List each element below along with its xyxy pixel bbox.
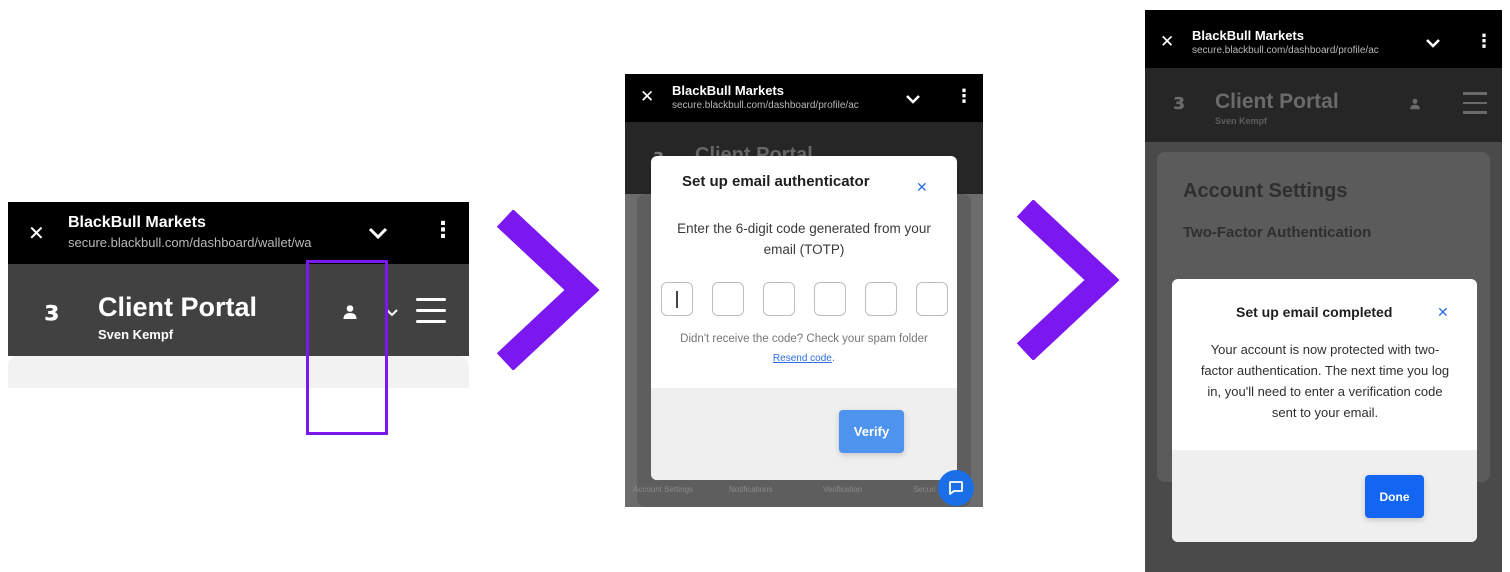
page-url[interactable]: secure.blackbull.com/dashboard/wallet/wa [68,235,348,250]
page-url[interactable]: secure.blackbull.com/dashboard/profile/a… [672,100,886,111]
chevron-right-icon [496,210,600,370]
section-heading: Two-Factor Authentication [1183,224,1372,241]
modal-title: Set up email authenticator [682,173,870,190]
content-area [8,356,469,388]
otp-code-input[interactable] [661,282,951,318]
tab-security: Securi [913,485,936,494]
modal-title: Set up email completed [1236,304,1393,320]
more-menu-icon[interactable]: ⋮ [1475,31,1493,52]
site-name: BlackBull Markets [1192,28,1304,43]
help-text: Didn't receive the code? Check your spam… [673,330,935,368]
blackbull-logo-icon: ɜ [1173,90,1185,115]
blackbull-logo-icon[interactable]: ɜ [44,294,59,327]
bg-tab-bar: Account Settings Notifications Verificat… [625,485,983,499]
more-menu-icon[interactable]: ⋮ [432,218,454,243]
close-icon[interactable]: ✕ [1437,305,1449,321]
hamburger-menu-icon [1463,92,1487,114]
portal-title: Client Portal [98,292,258,322]
email-authenticator-modal: Set up email authenticator ✕ Enter the 6… [651,156,957,480]
step3-panel: ✕ BlackBull Markets secure.blackbull.com… [1145,10,1502,572]
otp-digit-5[interactable] [865,282,897,316]
chevron-right-icon [1016,200,1120,360]
close-icon[interactable]: ✕ [640,87,654,107]
completion-message: Your account is now protected with two-f… [1200,342,1450,420]
chat-icon [949,481,963,495]
email-completed-modal: Set up email completed ✕ Your account is… [1172,279,1477,542]
chevron-down-icon[interactable] [905,94,921,105]
browser-bar: ✕ BlackBull Markets secure.blackbull.com… [8,202,469,264]
close-icon[interactable]: ✕ [1160,32,1174,52]
done-button[interactable]: Done [1365,475,1424,518]
otp-digit-3[interactable] [763,282,795,316]
hamburger-menu-icon[interactable] [416,298,446,323]
portal-header-dimmed: ɜ Client Portal Sven Kempf [1145,68,1502,142]
otp-digit-1[interactable] [661,282,693,316]
otp-digit-4[interactable] [814,282,846,316]
help-period: . [831,352,836,364]
close-icon[interactable]: ✕ [28,221,45,245]
page-url[interactable]: secure.blackbull.com/dashboard/profile/a… [1192,45,1406,56]
verify-button[interactable]: Verify [839,410,904,453]
more-menu-icon[interactable]: ⋮ [955,86,973,107]
browser-bar: ✕ BlackBull Markets secure.blackbull.com… [625,74,983,122]
portal-header: ɜ Client Portal Sven Kempf [8,264,469,356]
user-name: Sven Kempf [98,327,174,342]
close-icon[interactable]: ✕ [916,180,928,196]
portal-title: Client Portal [1215,90,1339,113]
browser-bar: ✕ BlackBull Markets secure.blackbull.com… [1145,10,1502,68]
help-message: Didn't receive the code? Check your spam… [680,333,928,345]
site-name: BlackBull Markets [672,83,784,98]
tab-verification: Verification [823,485,863,494]
modal-footer: Verify [651,388,957,480]
user-icon [1410,98,1420,110]
step2-panel: ✕ BlackBull Markets secure.blackbull.com… [625,74,983,507]
modal-footer: Done [1172,450,1477,542]
page-heading: Account Settings [1183,180,1348,202]
tab-account-settings: Account Settings [633,485,694,494]
chevron-down-icon[interactable] [368,227,388,241]
highlight-box [306,260,388,435]
step1-panel: ✕ BlackBull Markets secure.blackbull.com… [8,202,469,388]
otp-digit-2[interactable] [712,282,744,316]
user-name: Sven Kempf [1215,116,1268,126]
otp-digit-6[interactable] [916,282,948,316]
chat-button[interactable] [938,470,974,506]
instructions-text: Enter the 6-digit code generated from yo… [677,221,931,257]
chevron-down-icon[interactable] [1425,38,1441,49]
resend-code-link[interactable]: Resend code [773,353,832,364]
site-name: BlackBull Markets [68,214,206,231]
tab-notifications: Notifications [729,485,773,494]
